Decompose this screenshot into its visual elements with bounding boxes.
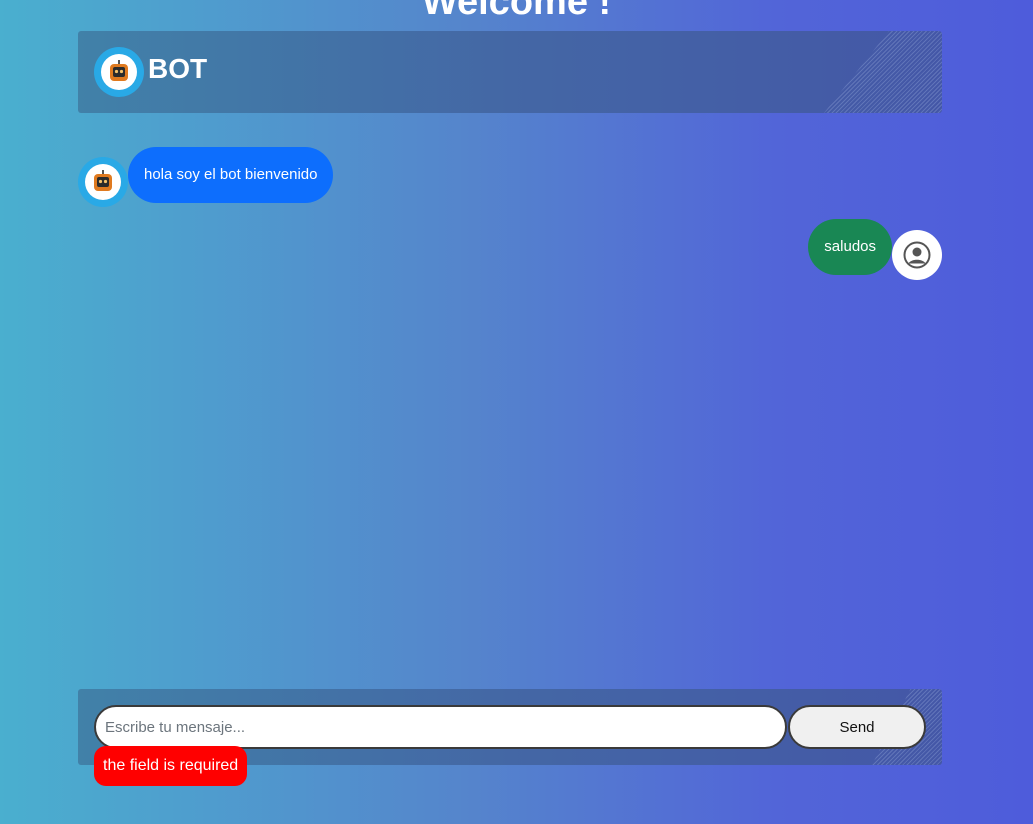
page-title: Welcome !: [421, 0, 612, 23]
bot-message-bubble: hola soy el bot bienvenido: [128, 147, 334, 203]
chatbot-robot-icon: [110, 60, 128, 81]
chat-header: BOT: [78, 31, 942, 113]
header-pattern-decoration: [824, 31, 942, 113]
user-message-bubble: saludos: [808, 219, 892, 275]
message-bot-avatar: [78, 157, 128, 207]
send-button[interactable]: Send: [788, 705, 926, 749]
chatbot-robot-icon: [94, 170, 112, 191]
bot-name-title: BOT: [148, 53, 208, 84]
bot-avatar: [94, 47, 144, 97]
message-input[interactable]: [94, 705, 787, 749]
user-avatar: [892, 230, 942, 280]
validation-error: the field is required: [94, 746, 248, 786]
user-circle-icon: [903, 241, 931, 269]
